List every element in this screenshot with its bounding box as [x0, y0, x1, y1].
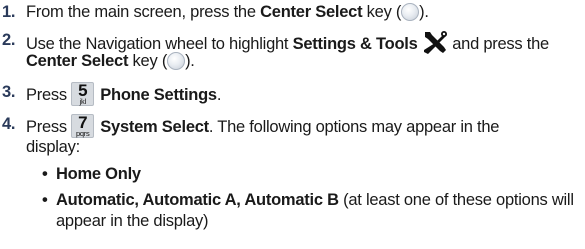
step-text-part: key ( [128, 52, 168, 70]
step-text: display: [26, 138, 80, 156]
center-select-label: Center Select [260, 3, 363, 21]
bullet-icon: • [42, 165, 48, 183]
option-text: Automatic, Automatic A, Automatic B (at … [56, 190, 577, 211]
option-note: appear in the display) [56, 212, 209, 230]
center-select-key-icon [401, 3, 420, 21]
option-automatic: Automatic, Automatic A, Automatic B [56, 191, 339, 209]
step-text-part: . The following options may appear in th… [208, 118, 500, 136]
step-text-part: Press [26, 86, 72, 104]
key-letters: jkl [79, 97, 87, 106]
step-text-part: Press [26, 118, 72, 136]
step-text-part: ). [419, 3, 429, 21]
step-text: Press 5 jkl Phone Settings. [26, 81, 581, 106]
step-number: 1. [2, 3, 16, 21]
step-text-part: ). [185, 52, 195, 70]
step-text: Center Select key (). [26, 51, 581, 72]
phone-settings-label: Phone Settings [100, 86, 217, 104]
step-text: From the main screen, press the Center S… [26, 2, 581, 23]
step-number: 2. [2, 31, 16, 49]
instruction-document: 1. From the main screen, press the Cente… [0, 0, 585, 249]
center-select-key-icon [167, 52, 186, 70]
step-number: 4. [2, 115, 16, 133]
step-text-part: From the main screen, press the [26, 3, 261, 21]
key-5-icon: 5 jkl [71, 81, 95, 106]
step-text: Press 7 pqrs System Select. The following … [26, 113, 581, 138]
bullet-icon: • [42, 191, 48, 209]
option-text: Home Only [56, 164, 577, 185]
option-note: (at least one of these options will [338, 191, 574, 209]
system-select-label: System Select [100, 118, 209, 136]
step-text-part: . [216, 86, 222, 104]
option-home-only: Home Only [56, 165, 141, 183]
center-select-label: Center Select [26, 52, 129, 70]
step-text-part: key ( [362, 3, 402, 21]
step-number: 3. [2, 83, 16, 101]
key-7-icon: 7 pqrs [71, 113, 95, 138]
